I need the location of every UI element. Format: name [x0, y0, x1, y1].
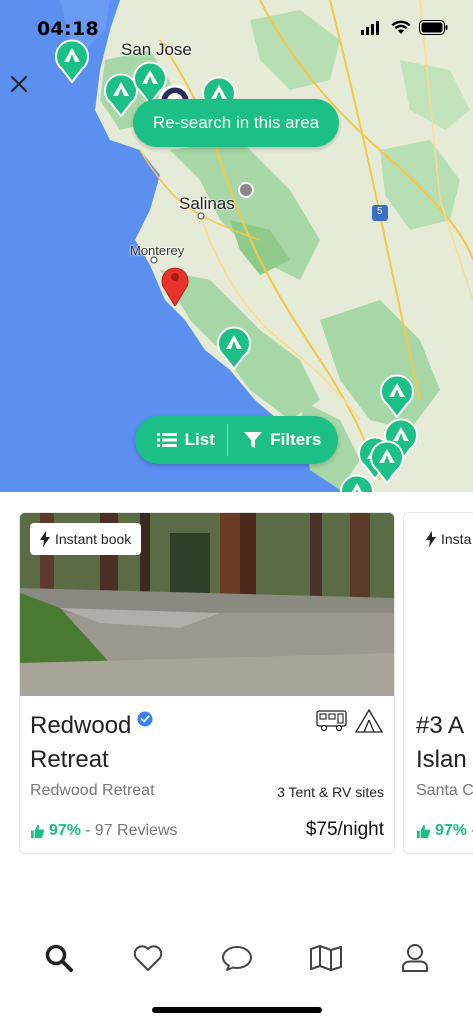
- tab-search[interactable]: [34, 933, 84, 983]
- filter-icon: [244, 432, 263, 448]
- campground-subtitle: Redwood Retreat: [30, 782, 155, 799]
- thumbs-up-icon: [30, 824, 45, 838]
- cellular-signal-icon: [361, 20, 379, 35]
- title-line-1: #3 A: [416, 712, 465, 739]
- map-icon: [309, 945, 342, 971]
- bottom-tab-bar: [0, 930, 473, 986]
- site-type-icons: [316, 708, 384, 734]
- title-line-2: Retreat: [30, 746, 109, 773]
- status-icons: [361, 20, 449, 35]
- badge-label: Insta: [441, 531, 472, 547]
- list-icon: [156, 433, 177, 447]
- heart-icon: [133, 945, 162, 971]
- campground-pin-icon[interactable]: [340, 474, 374, 492]
- site-count: 3 Tent & RV sites: [277, 784, 384, 800]
- tab-map[interactable]: [301, 933, 351, 983]
- search-icon: [45, 944, 73, 972]
- home-indicator[interactable]: [152, 1007, 322, 1013]
- verified-badge-icon: [137, 711, 153, 727]
- battery-icon: [419, 20, 448, 35]
- campground-pin-icon[interactable]: [380, 374, 414, 418]
- city-label-salinas: Salinas: [179, 194, 235, 213]
- chat-icon: [221, 946, 252, 971]
- badge-label: Instant book: [55, 531, 132, 547]
- map-view[interactable]: 04:18 San Jose Salinas Monterey 5 Re-sea…: [0, 0, 473, 492]
- price: $75/night: [305, 819, 384, 840]
- filters-label: Filters: [270, 430, 322, 449]
- campground-pin-icon[interactable]: [217, 326, 251, 370]
- highway-label: 5: [377, 206, 383, 217]
- location-pin-icon[interactable]: [158, 262, 192, 306]
- rating-percent: 97%: [435, 822, 468, 839]
- instant-book-badge: Instant book: [30, 523, 142, 555]
- campground-subtitle: Santa C: [416, 782, 473, 799]
- campground-card[interactable]: Instant book Redwood Retreat Redwood Ret…: [19, 512, 395, 854]
- rating-percent: 97%: [49, 822, 82, 839]
- campground-carousel[interactable]: Instant book Redwood Retreat Redwood Ret…: [0, 512, 473, 857]
- lightning-icon: [426, 531, 436, 547]
- list-button[interactable]: List: [135, 416, 227, 464]
- close-icon: [11, 76, 27, 92]
- close-button[interactable]: [8, 70, 30, 98]
- tent-icon: [354, 708, 384, 733]
- campground-photo: Instant book: [20, 513, 394, 696]
- review-count: - 97 Reviews: [85, 822, 178, 839]
- rv-icon: [316, 710, 347, 732]
- campground-pin-icon[interactable]: [370, 440, 404, 484]
- research-area-button[interactable]: Re-search in this area: [133, 99, 339, 147]
- filters-button[interactable]: Filters: [228, 416, 338, 464]
- tab-profile[interactable]: [390, 933, 440, 983]
- instant-book-badge: Insta: [416, 523, 473, 555]
- list-filters-bar: List Filters: [135, 416, 338, 464]
- campground-photo: Insta: [404, 513, 473, 696]
- profile-icon: [401, 944, 428, 972]
- thumbs-up-icon: [416, 824, 431, 838]
- lightning-icon: [40, 531, 50, 547]
- campground-title: #3 A Islan: [416, 709, 473, 777]
- list-label: List: [184, 430, 215, 449]
- rating: 97% -: [416, 822, 473, 840]
- title-line-1: Redwood: [30, 712, 132, 739]
- wifi-icon: [391, 20, 411, 34]
- tab-messages[interactable]: [212, 933, 262, 983]
- rating: 97% - 97 Reviews: [30, 822, 178, 840]
- campground-title: Redwood Retreat: [30, 709, 280, 777]
- tab-favorites[interactable]: [123, 933, 173, 983]
- status-bar: 04:18: [0, 0, 473, 56]
- title-line-2: Islan: [416, 746, 467, 773]
- status-time: 04:18: [37, 18, 99, 40]
- campground-card[interactable]: Insta #3 A Islan Santa C 97% -: [403, 512, 473, 854]
- city-label-monterey: Monterey: [130, 243, 185, 258]
